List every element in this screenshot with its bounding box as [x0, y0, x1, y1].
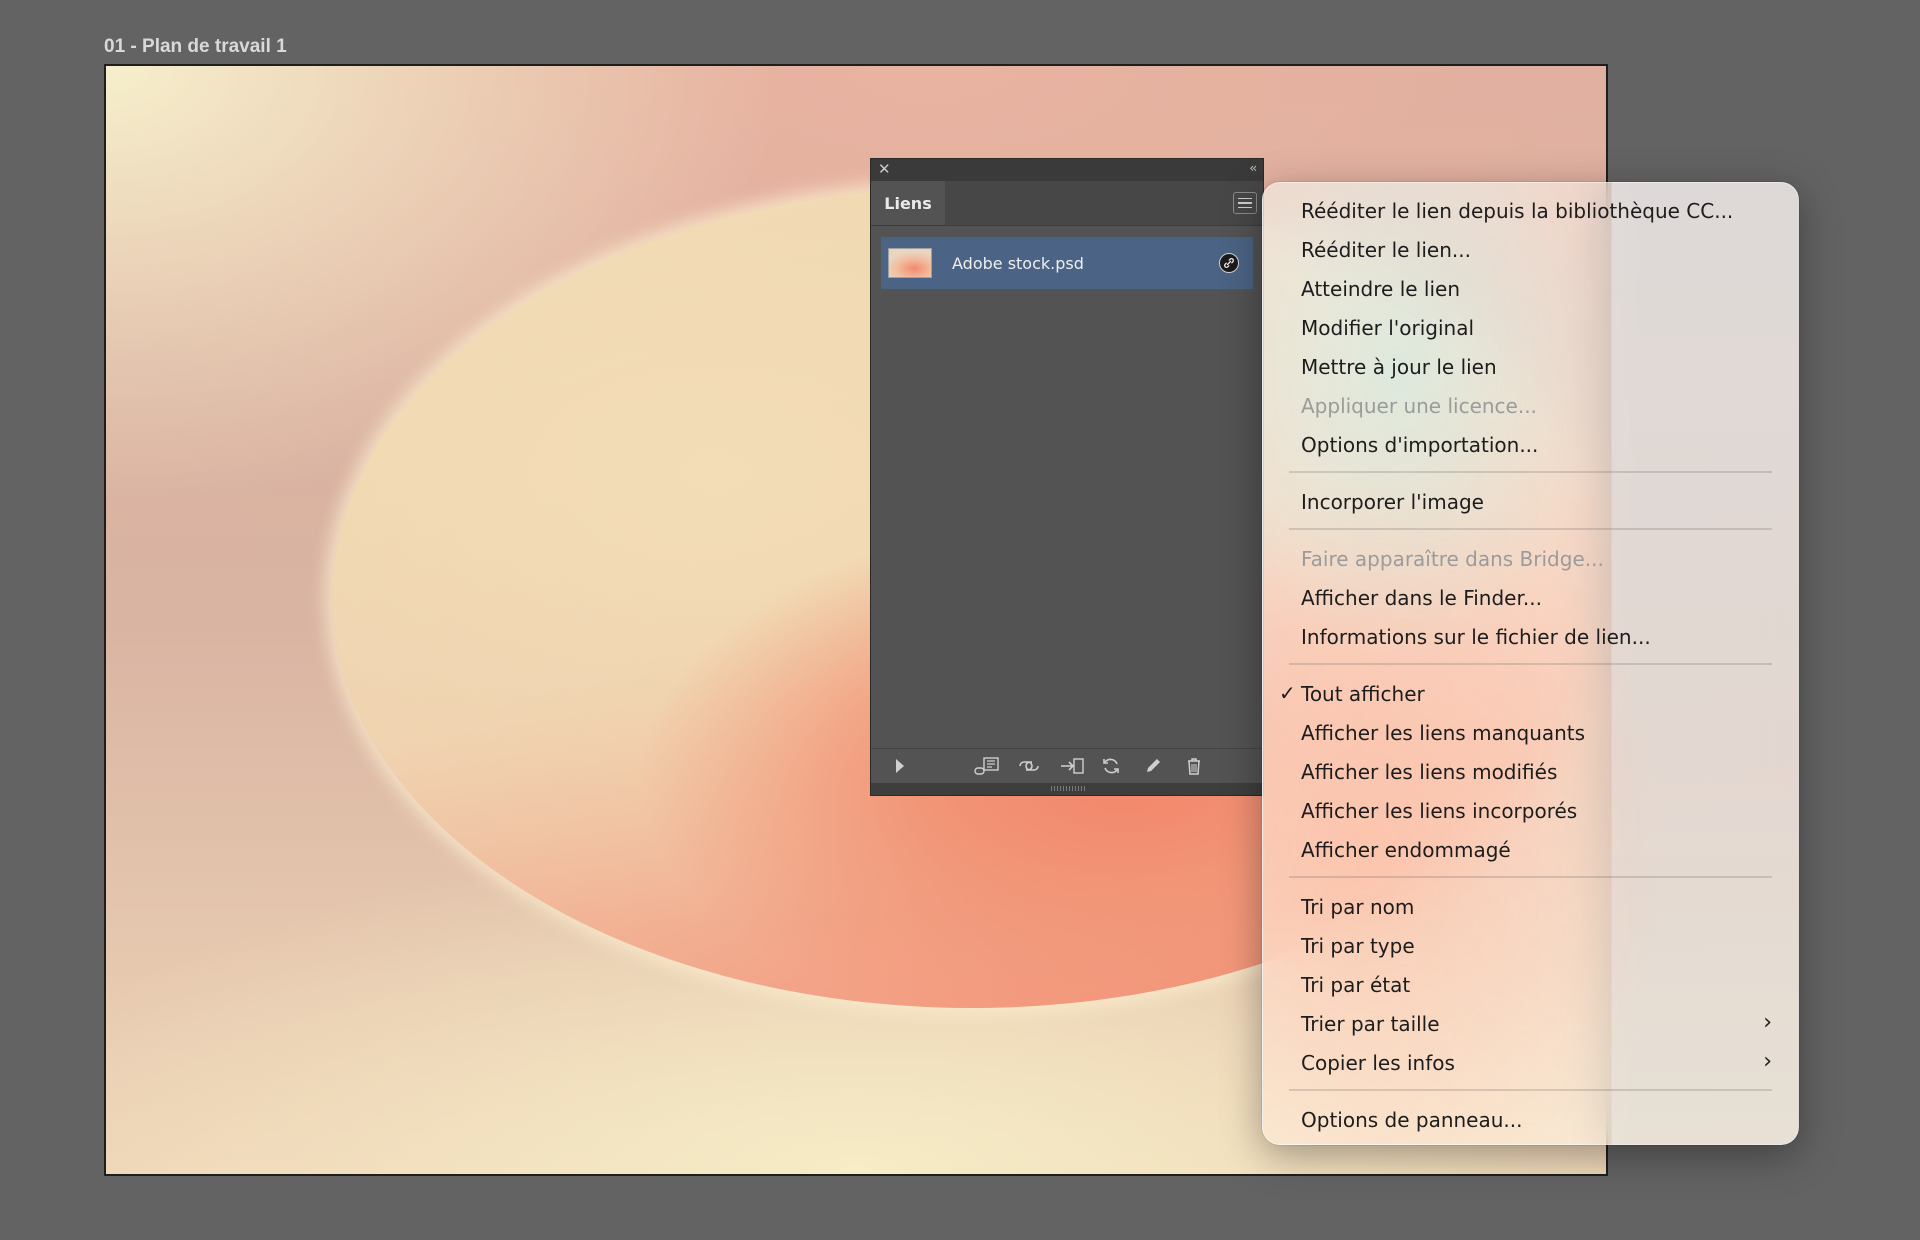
link-name: Adobe stock.psd: [952, 253, 1084, 273]
menu-separator: [1289, 663, 1772, 665]
cc-library-link-icon: [1219, 253, 1239, 273]
chevron-right-icon: ›: [1763, 1010, 1772, 1035]
panel-resize-grip[interactable]: [871, 783, 1263, 795]
menu-item-show-all[interactable]: ✓ Tout afficher: [1279, 676, 1776, 712]
menu-item-reveal-in-bridge: Faire apparaître dans Bridge...: [1301, 547, 1604, 571]
menu-separator: [1289, 528, 1772, 530]
menu-item-copy-info[interactable]: Copier les infos ›: [1301, 1045, 1776, 1081]
update-link-icon[interactable]: [1100, 756, 1122, 776]
link-thumbnail: [888, 248, 932, 278]
menu-item-link-file-info[interactable]: Informations sur le fichier de lien...: [1301, 619, 1776, 655]
panel-titlebar[interactable]: ✕ ‹‹: [871, 159, 1263, 181]
hamburger-menu-icon[interactable]: [1233, 192, 1257, 214]
menu-item-show-embedded[interactable]: Afficher les liens incorporés: [1301, 793, 1776, 829]
menu-item-apply-license: Appliquer une licence...: [1301, 394, 1537, 418]
menu-separator: [1289, 876, 1772, 878]
menu-item-embed-image[interactable]: Incorporer l'image: [1301, 484, 1776, 520]
checkmark-icon: ✓: [1279, 681, 1296, 705]
relink-icon[interactable]: [1016, 756, 1042, 776]
go-to-link-icon[interactable]: [1059, 756, 1085, 776]
menu-item-show-missing[interactable]: Afficher les liens manquants: [1301, 715, 1776, 751]
menu-item-update-link[interactable]: Mettre à jour le lien: [1301, 349, 1776, 385]
menu-item-sort-by-type[interactable]: Tri par type: [1301, 928, 1776, 964]
links-list: Adobe stock.psd: [881, 237, 1253, 749]
menu-item-import-options[interactable]: Options d'importation...: [1301, 427, 1776, 463]
relink-cc-library-icon[interactable]: [971, 756, 1001, 776]
edit-original-icon[interactable]: [1142, 756, 1164, 776]
context-menu: Rééditer le lien depuis la bibliothèque …: [1262, 182, 1799, 1145]
artboard-title: 01 - Plan de travail 1: [104, 36, 287, 57]
list-item[interactable]: Adobe stock.psd: [881, 237, 1253, 289]
menu-separator: [1289, 1089, 1772, 1091]
menu-item-sort-by-status[interactable]: Tri par état: [1301, 967, 1776, 1003]
links-panel: ✕ ‹‹ Liens Adobe stock.psd: [870, 158, 1264, 796]
tab-links-label: Liens: [884, 193, 932, 213]
chevron-right-icon: ›: [1763, 1049, 1772, 1074]
panel-footer: [871, 748, 1263, 783]
menu-item-relink-cc-library[interactable]: Rééditer le lien depuis la bibliothèque …: [1301, 193, 1776, 229]
menu-item-edit-original[interactable]: Modifier l'original: [1301, 310, 1776, 346]
menu-item-sort-by-size[interactable]: Trier par taille ›: [1301, 1006, 1776, 1042]
menu-item-panel-options[interactable]: Options de panneau...: [1301, 1102, 1776, 1138]
menu-separator: [1289, 471, 1772, 473]
tab-links[interactable]: Liens: [871, 181, 945, 225]
panel-tab-row: Liens: [871, 181, 1263, 226]
menu-item-show-modified[interactable]: Afficher les liens modifiés: [1301, 754, 1776, 790]
menu-item-relink[interactable]: Rééditer le lien...: [1301, 232, 1776, 268]
play-icon[interactable]: [889, 756, 911, 776]
close-icon[interactable]: ✕: [878, 160, 891, 178]
double-chevron-left-icon[interactable]: ‹‹: [1249, 161, 1256, 175]
menu-item-go-to-link[interactable]: Atteindre le lien: [1301, 271, 1776, 307]
delete-icon[interactable]: [1183, 756, 1205, 776]
menu-item-sort-by-name[interactable]: Tri par nom: [1301, 889, 1776, 925]
menu-item-show-damaged[interactable]: Afficher endommagé: [1301, 832, 1776, 868]
menu-item-reveal-in-finder[interactable]: Afficher dans le Finder...: [1301, 580, 1776, 616]
